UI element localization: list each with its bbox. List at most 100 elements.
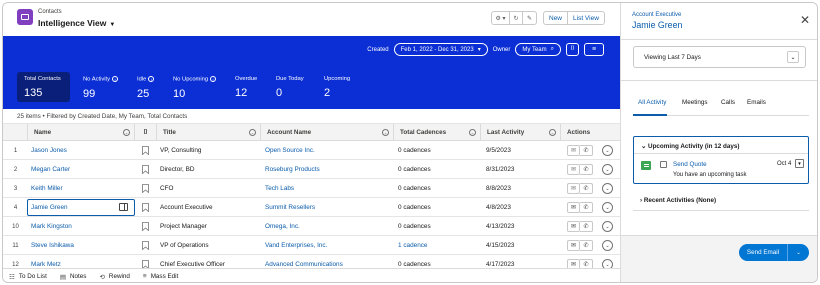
bookmark-icon[interactable] — [142, 241, 151, 250]
close-icon[interactable]: ✕ — [800, 14, 810, 26]
table-row[interactable]: 3 Keith Miller CFO Tech Labs 0 cadences … — [3, 179, 620, 198]
table-row[interactable]: 10 Mark Kingston Project Manager Omega, … — [3, 217, 620, 236]
chevron-down-icon[interactable]: ⌄ — [602, 183, 613, 194]
date-range-filter[interactable]: Feb 1, 2022 - Dec 31, 2023 ▾ — [393, 43, 488, 56]
contact-name-link[interactable]: Keith Miller — [31, 179, 63, 198]
chevron-down-icon[interactable]: ▼ — [795, 159, 804, 168]
phone-icon[interactable]: ✆ — [580, 240, 593, 251]
table-row[interactable]: 11 Steve Ishikawa VP of Operations Vand … — [3, 236, 620, 255]
account-link[interactable]: Omega, Inc. — [265, 217, 300, 236]
table-row-selected[interactable]: 4 Jamie Green Account Executive Summit R… — [3, 198, 620, 217]
filter-menu-icon[interactable]: ≡ — [584, 43, 604, 56]
email-icon[interactable]: ✉ — [567, 183, 580, 194]
tab-meetings[interactable]: Meetings — [682, 99, 708, 106]
account-link[interactable]: Vand Enterprises, Inc. — [265, 236, 327, 255]
email-icon[interactable]: ✉ — [567, 202, 580, 213]
email-icon[interactable]: ✉ — [567, 221, 580, 232]
metric-idle[interactable]: Idle i 25 — [137, 76, 155, 106]
tab-emails[interactable]: Emails — [747, 99, 766, 106]
chevron-down-icon[interactable]: ⌄ — [602, 221, 613, 232]
period-select[interactable]: Viewing Last 7 Days ⌄ — [633, 46, 806, 68]
metric-value: 2 — [324, 87, 331, 99]
task-title-link[interactable]: Send Quote — [673, 161, 707, 168]
utility-rewind[interactable]: ⟲ Rewind — [99, 273, 129, 281]
checklist-icon: ☷ — [9, 273, 15, 281]
utility-to-do-list[interactable]: ☷ To Do List — [9, 273, 47, 281]
refresh-icon[interactable]: ↻ — [510, 12, 523, 24]
account-link[interactable]: Tech Labs — [265, 179, 294, 198]
column-header-name[interactable]: Name ⌄ — [28, 124, 135, 141]
list-view-button[interactable]: List View — [568, 12, 604, 24]
metric-no-activity[interactable]: No Activity i 99 — [83, 76, 119, 106]
object-label: Contacts — [38, 9, 62, 15]
cadence-link[interactable]: 1 cadence — [398, 236, 428, 255]
phone-icon[interactable]: ✆ — [580, 183, 593, 194]
utility-mass-edit[interactable]: ≡ Mass Edit — [143, 273, 178, 280]
account-link[interactable]: Open Source Inc. — [265, 141, 315, 160]
metric-no-upcoming[interactable]: No Upcoming i 10 — [173, 76, 217, 106]
row-number: 11 — [12, 242, 19, 249]
chevron-down-icon[interactable]: ⌄ — [602, 145, 613, 156]
settings-gear-icon[interactable]: ⚙ ▾ — [492, 12, 510, 24]
edit-pencil-icon[interactable]: ✎ — [523, 12, 536, 24]
chevron-down-icon[interactable]: ⌄ — [249, 129, 256, 136]
contact-name-link[interactable]: Jason Jones — [31, 141, 67, 160]
list-view-selector[interactable]: Intelligence View ▼ — [38, 18, 115, 28]
send-email-button[interactable]: Send Email — [739, 244, 788, 261]
contact-name-link[interactable]: Steve Ishikawa — [31, 236, 74, 255]
metric-upcoming[interactable]: Upcoming 2 — [324, 76, 350, 106]
phone-icon[interactable]: ✆ — [580, 164, 593, 175]
upcoming-activity-toggle[interactable]: ⌄ Upcoming Activity (in 12 days) — [641, 143, 739, 150]
chevron-down-icon[interactable]: ⌄ — [469, 129, 476, 136]
chevron-down-icon[interactable]: ⌄ — [602, 164, 613, 175]
chevron-down-icon[interactable]: ⌄ — [602, 202, 613, 213]
bookmark-icon[interactable] — [142, 146, 151, 155]
chevron-down-icon[interactable]: ⌄ — [549, 129, 556, 136]
owner-filter[interactable]: My Team ⌕ — [515, 43, 561, 56]
contact-name-link[interactable]: Jamie Green — [31, 198, 68, 217]
rewind-icon: ⟲ — [99, 273, 105, 281]
last-activity-date: 4/13/2023 — [486, 223, 515, 230]
chevron-down-icon[interactable]: ⌄ — [788, 244, 809, 261]
account-link[interactable]: Summit Resellers — [265, 198, 315, 217]
phone-icon[interactable]: ✆ — [580, 202, 593, 213]
contact-name-link[interactable]: Megan Carter — [31, 160, 70, 179]
table-row[interactable]: 2 Megan Carter Director, BD Roseburg Pro… — [3, 160, 620, 179]
chevron-down-icon[interactable]: ⌄ — [602, 240, 613, 251]
column-label: Title — [163, 129, 176, 136]
column-header-last-activity[interactable]: Last Activity ⌄ — [481, 124, 561, 141]
email-icon[interactable]: ✉ — [567, 164, 580, 175]
tab-calls[interactable]: Calls — [721, 99, 735, 106]
contact-name-link[interactable]: Mark Kingston — [31, 217, 72, 236]
bookmark-icon[interactable] — [142, 203, 151, 212]
table-row[interactable]: 1 Jason Jones VP, Consulting Open Source… — [3, 141, 620, 160]
task-checkbox[interactable] — [660, 161, 667, 168]
email-icon[interactable]: ✉ — [567, 240, 580, 251]
date-range-value: Feb 1, 2022 - Dec 31, 2023 — [400, 46, 474, 53]
tab-all-activity[interactable]: All Activity — [638, 99, 666, 106]
bookmark-icon[interactable] — [142, 165, 151, 174]
column-header-title[interactable]: Title ⌄ — [157, 124, 261, 141]
bookmark-icon[interactable]: ⌷ — [566, 43, 579, 56]
phone-icon[interactable]: ✆ — [580, 145, 593, 156]
open-panel-icon[interactable] — [119, 203, 128, 211]
column-header-bookmark[interactable]: ⌷ — [135, 124, 157, 141]
chevron-down-icon[interactable]: ⌄ — [123, 129, 130, 136]
account-link[interactable]: Roseburg Products — [265, 160, 320, 179]
column-header-account[interactable]: Account Name ⌄ — [261, 124, 394, 141]
recent-activities-toggle[interactable]: › Recent Activities (None) — [633, 191, 809, 211]
utility-notes[interactable]: ▤ Notes — [60, 273, 87, 281]
metric-due-today[interactable]: Due Today 0 — [276, 76, 304, 106]
metric-total-contacts[interactable]: Total Contacts 135 — [17, 72, 70, 102]
metric-overdue[interactable]: Overdue 12 — [235, 76, 257, 106]
chevron-down-icon[interactable]: ⌄ — [382, 129, 389, 136]
email-icon[interactable]: ✉ — [567, 145, 580, 156]
phone-icon[interactable]: ✆ — [580, 221, 593, 232]
column-header-cadences[interactable]: Total Cadences ⌄ — [394, 124, 481, 141]
metric-value: 12 — [235, 87, 248, 99]
column-header-actions: Actions — [561, 124, 620, 141]
new-button[interactable]: New — [544, 12, 569, 24]
contact-name-link[interactable]: Jamie Green — [632, 20, 682, 30]
bookmark-icon[interactable] — [142, 222, 151, 231]
bookmark-icon[interactable] — [142, 184, 151, 193]
